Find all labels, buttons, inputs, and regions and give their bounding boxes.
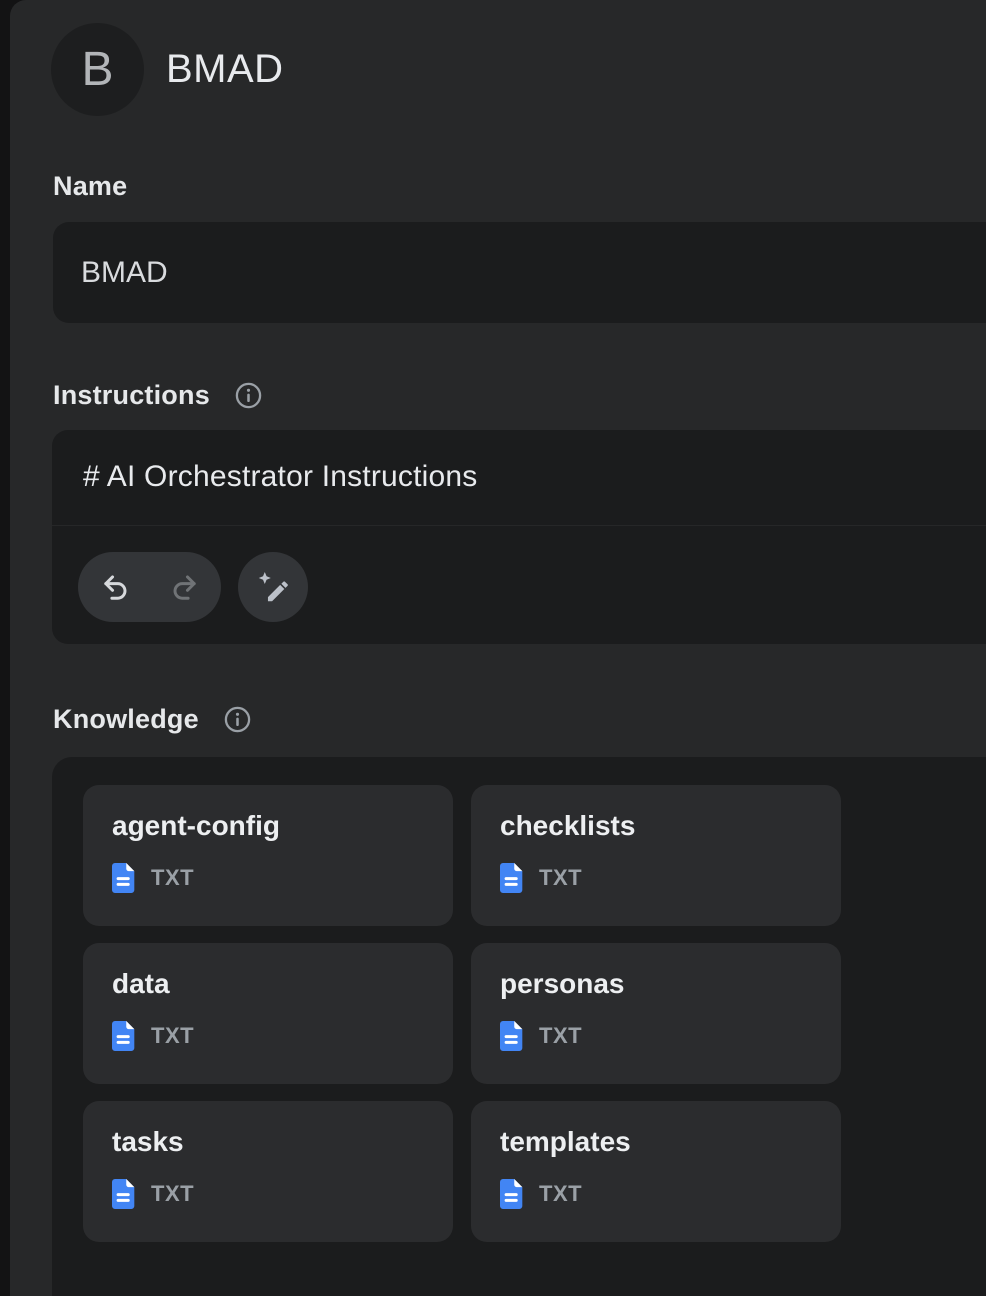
gem-editor-panel: B BMAD Name BMAD Instructions # AI Orche… [10, 0, 986, 1296]
editor-toolbar [78, 552, 308, 622]
instructions-label: Instructions [53, 379, 210, 411]
file-type-badge: TXT [539, 1023, 582, 1049]
file-card-checklists[interactable]: checklists TXT [471, 785, 841, 926]
instructions-editor[interactable]: # AI Orchestrator Instructions [52, 430, 986, 644]
blue-document-icon [112, 1021, 135, 1051]
blue-document-icon [500, 1179, 523, 1209]
file-name: tasks [112, 1125, 184, 1159]
file-name: checklists [500, 809, 635, 843]
knowledge-label-row: Knowledge [53, 703, 252, 735]
file-meta: TXT [500, 1179, 582, 1209]
file-name: agent-config [112, 809, 280, 843]
file-type-badge: TXT [151, 1023, 194, 1049]
file-name: templates [500, 1125, 631, 1159]
file-card-personas[interactable]: personas TXT [471, 943, 841, 1084]
file-meta: TXT [500, 1021, 582, 1051]
file-card-templates[interactable]: templates TXT [471, 1101, 841, 1242]
file-card-agent-config[interactable]: agent-config TXT [83, 785, 453, 926]
file-type-badge: TXT [151, 865, 194, 891]
undo-redo-group [78, 552, 221, 622]
name-label-row: Name [53, 170, 127, 202]
file-type-badge: TXT [539, 865, 582, 891]
blue-document-icon [500, 863, 523, 893]
file-meta: TXT [112, 863, 194, 893]
info-icon[interactable] [223, 705, 252, 734]
file-meta: TXT [112, 1179, 194, 1209]
editor-divider [52, 525, 986, 526]
gem-header: B BMAD [51, 23, 284, 116]
info-icon[interactable] [234, 381, 263, 410]
magic-rewrite-pen-spark-icon [256, 570, 290, 604]
instructions-text[interactable]: # AI Orchestrator Instructions [83, 460, 478, 494]
knowledge-label: Knowledge [53, 703, 199, 735]
avatar-letter: B [81, 42, 113, 97]
file-card-tasks[interactable]: tasks TXT [83, 1101, 453, 1242]
file-name: personas [500, 967, 625, 1001]
avatar: B [51, 23, 144, 116]
blue-document-icon [112, 863, 135, 893]
magic-rewrite-button[interactable] [238, 552, 308, 622]
file-meta: TXT [112, 1021, 194, 1051]
file-type-badge: TXT [151, 1181, 194, 1207]
instructions-label-row: Instructions [53, 379, 263, 411]
blue-document-icon [500, 1021, 523, 1051]
file-card-data[interactable]: data TXT [83, 943, 453, 1084]
redo-icon[interactable] [169, 572, 200, 603]
knowledge-container: agent-config TXT checklists TXT data TXT [52, 757, 986, 1296]
knowledge-file-grid: agent-config TXT checklists TXT data TXT [83, 785, 986, 1242]
file-meta: TXT [500, 863, 582, 893]
undo-icon[interactable] [100, 572, 131, 603]
name-input[interactable]: BMAD [53, 222, 986, 323]
blue-document-icon [112, 1179, 135, 1209]
file-type-badge: TXT [539, 1181, 582, 1207]
name-input-value: BMAD [81, 256, 168, 290]
name-label: Name [53, 170, 127, 202]
file-name: data [112, 967, 170, 1001]
page-title: BMAD [166, 47, 284, 92]
